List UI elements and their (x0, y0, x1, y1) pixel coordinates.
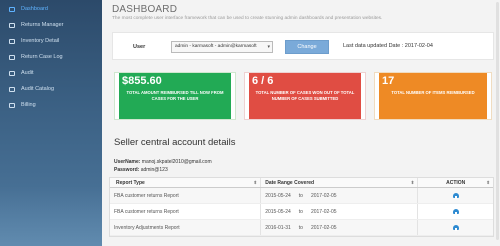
cloud-download-icon[interactable] (452, 209, 459, 215)
date-from: 2015-05-24 (265, 192, 291, 199)
date-range-cell: 2015-05-24 to 2017-02-05 (261, 204, 419, 219)
action-cell (418, 220, 493, 235)
username-line: UserName: manoj.skpatel2010@gmail.com (114, 159, 212, 165)
scrollbar[interactable] (496, 2, 499, 240)
stat-card-body: 6 / 6 TOTAL NUMBER OF CASES WON OUT OF T… (249, 73, 361, 119)
stat-label: TOTAL NUMBER OF ITEMS REIMBURSED (391, 90, 475, 95)
sort-icon: ⬍ (410, 180, 415, 185)
page-subtitle: The most complete user interface framewo… (112, 16, 383, 21)
sidebar-item-label: Audit (21, 70, 34, 76)
date-range-cell: 2015-05-24 to 2017-02-05 (261, 188, 419, 203)
user-filter-panel: User admin - karmasoft - admin@karmasoft… (112, 32, 494, 60)
action-cell (418, 188, 493, 203)
header-label: ACTION (446, 179, 466, 186)
username-label: UserName: (114, 159, 141, 165)
report-type-cell: FBA customer returns Report (110, 188, 262, 203)
cloud-download-icon[interactable] (452, 193, 459, 199)
date-separator: to (298, 208, 303, 215)
sidebar-item-dashboard[interactable]: Dashboard (0, 1, 102, 17)
sidebar: Dashboard Returns Manager Inventory Deta… (0, 0, 102, 246)
stat-card-body: $855.60 TOTAL AMOUNT REIMBURSED TILL NOW… (119, 73, 231, 119)
change-button[interactable]: Change (285, 40, 329, 54)
username-value: manoj.skpatel2010@gmail.com (141, 159, 212, 165)
sidebar-item-return-case-log[interactable]: Return Case Log (0, 49, 102, 65)
user-label: User (133, 44, 146, 50)
catalog-icon (9, 86, 15, 92)
date-from: 2016-01-31 (265, 224, 291, 231)
sidebar-item-label: Dashboard (21, 6, 48, 12)
report-type-cell: FBA customer returns Report (110, 204, 262, 219)
stat-card-amount-reimbursed: $855.60 TOTAL AMOUNT REIMBURSED TILL NOW… (114, 72, 236, 120)
sort-icon: ⬍ (253, 180, 258, 185)
table-row: FBA customer returns Report 2015-05-24 t… (110, 188, 493, 204)
sidebar-item-billing[interactable]: Billing (0, 97, 102, 113)
sidebar-item-label: Return Case Log (21, 54, 63, 60)
sidebar-item-audit[interactable]: Audit (0, 65, 102, 81)
date-separator: to (298, 224, 303, 231)
table-header: Report Type ⬍ Date Range Covered ⬍ ACTIO… (110, 178, 493, 188)
sidebar-shade (0, 186, 102, 246)
dashboard-icon (9, 6, 15, 12)
main-content: DASHBOARD The most complete user interfa… (102, 0, 500, 246)
user-select[interactable]: admin - karmasoft - admin@karmasoft ▾ (171, 41, 273, 53)
user-select-value: admin - karmasoft - admin@karmasoft (175, 44, 257, 49)
header-label: Date Range Covered (265, 179, 315, 186)
table-row: FBA customer returns Report 2015-05-24 t… (110, 204, 493, 220)
sidebar-item-inventory-detail[interactable]: Inventory Detail (0, 33, 102, 49)
column-header-date-range[interactable]: Date Range Covered ⬍ (261, 178, 419, 187)
password-label: Password: (114, 167, 140, 173)
column-header-action[interactable]: ACTION ⬍ (418, 178, 493, 187)
password-value: admin@123 (140, 167, 168, 173)
log-icon (9, 54, 15, 60)
stat-card-items-reimbursed: 17 TOTAL NUMBER OF ITEMS REIMBURSED (374, 72, 492, 120)
audit-icon (9, 70, 15, 76)
sidebar-item-label: Billing (21, 102, 36, 108)
sidebar-item-label: Audit Catalog (21, 86, 55, 92)
action-cell (418, 204, 493, 219)
sort-icon: ⬍ (486, 180, 490, 185)
stat-value: $855.60 (122, 75, 162, 87)
sidebar-item-returns-manager[interactable]: Returns Manager (0, 17, 102, 33)
returns-icon (9, 22, 15, 28)
reports-table: Report Type ⬍ Date Range Covered ⬍ ACTIO… (109, 177, 494, 237)
column-header-report-type[interactable]: Report Type ⬍ (110, 178, 262, 187)
header-label: Report Type (116, 179, 145, 186)
date-from: 2015-05-24 (265, 208, 291, 215)
stat-card-cases-won: 6 / 6 TOTAL NUMBER OF CASES WON OUT OF T… (244, 72, 366, 120)
stat-value: 6 / 6 (252, 75, 274, 87)
sidebar-item-audit-catalog[interactable]: Audit Catalog (0, 81, 102, 97)
account-details-heading: Seller central account details (114, 137, 236, 148)
stat-value: 17 (382, 75, 395, 87)
last-updated-text: Last data updated Date : 2017-02-04 (343, 43, 433, 49)
chevron-down-icon: ▾ (267, 44, 270, 50)
sidebar-item-label: Returns Manager (21, 22, 64, 28)
table-row: Inventory Adjustments Report 2016-01-31 … (110, 220, 493, 236)
date-to: 2017-02-05 (310, 192, 337, 199)
sidebar-nav: Dashboard Returns Manager Inventory Deta… (0, 0, 102, 113)
date-to: 2017-02-05 (310, 208, 337, 215)
date-to: 2017-02-05 (310, 224, 337, 231)
report-type-cell: Inventory Adjustments Report (110, 220, 262, 235)
cloud-download-icon[interactable] (452, 225, 459, 231)
inventory-icon (9, 38, 15, 44)
stat-card-body: 17 TOTAL NUMBER OF ITEMS REIMBURSED (379, 73, 487, 119)
password-line: Password: admin@123 (114, 167, 168, 173)
sidebar-item-label: Inventory Detail (21, 38, 60, 44)
page-title: DASHBOARD (112, 4, 178, 15)
date-separator: to (298, 192, 303, 199)
stat-label: TOTAL AMOUNT REIMBURSED TILL NOW FROM CA… (126, 90, 224, 101)
billing-icon (9, 102, 15, 108)
stat-label: TOTAL NUMBER OF CASES WON OUT OF TOTAL N… (255, 90, 355, 101)
date-range-cell: 2016-01-31 to 2017-02-05 (261, 220, 419, 235)
